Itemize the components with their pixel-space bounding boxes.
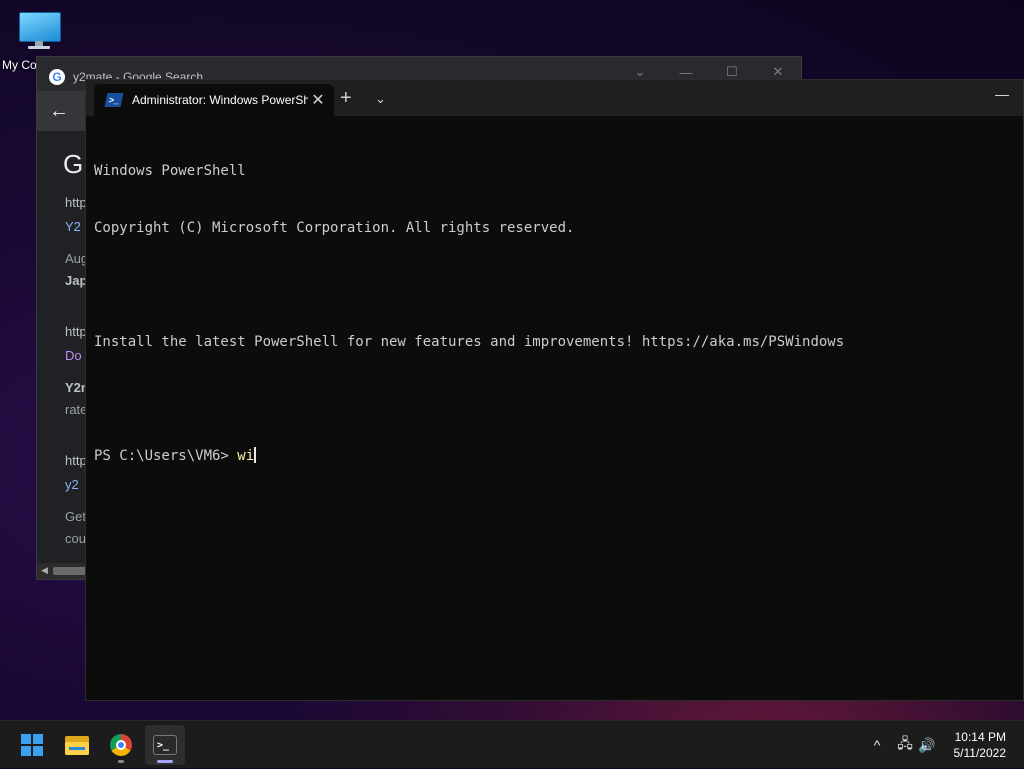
- chrome-icon: [110, 734, 132, 756]
- terminal-window[interactable]: >_ Administrator: Windows PowerShell ✕ +…: [85, 79, 1024, 701]
- chrome-taskbar-button[interactable]: [101, 725, 141, 765]
- result-title[interactable]: Y2: [65, 219, 81, 234]
- text-cursor: [254, 447, 257, 463]
- terminal-console[interactable]: Windows PowerShell Copyright (C) Microso…: [94, 124, 1015, 692]
- new-tab-button[interactable]: +: [340, 87, 352, 110]
- windows-start-icon: [21, 734, 43, 756]
- monitor-icon: [17, 8, 61, 50]
- taskbar: >_ ^ 🖧 🔊 10:14 PM 5/11/2022: [0, 720, 1024, 768]
- result-title[interactable]: Do: [65, 348, 82, 363]
- result-url[interactable]: http: [65, 195, 87, 210]
- typed-command: wi: [237, 448, 255, 464]
- result-title[interactable]: y2: [65, 477, 79, 492]
- scroll-thumb[interactable]: [53, 567, 87, 575]
- start-button[interactable]: [12, 725, 52, 765]
- result-url[interactable]: http: [65, 324, 87, 339]
- prompt-line[interactable]: PS C:\Users\VM6> wi: [94, 447, 1015, 466]
- result-snippet: cou: [65, 531, 86, 546]
- terminal-tab[interactable]: >_ Administrator: Windows PowerShell ✕: [94, 84, 334, 116]
- clock-time: 10:14 PM: [954, 730, 1006, 744]
- console-line: Copyright (C) Microsoft Corporation. All…: [94, 220, 575, 236]
- file-explorer-button[interactable]: [57, 725, 97, 765]
- console-line: Install the latest PowerShell for new fe…: [94, 334, 845, 350]
- tab-close-icon[interactable]: ✕: [308, 90, 328, 110]
- active-indicator: [157, 760, 173, 763]
- running-indicator: [118, 760, 124, 763]
- chevron-down-icon[interactable]: ⌄: [375, 91, 386, 107]
- prompt-text: PS C:\Users\VM6>: [94, 448, 238, 464]
- terminal-minimize-button[interactable]: —: [995, 86, 1009, 102]
- console-line: Windows PowerShell: [94, 163, 246, 179]
- system-tray: ^ 🖧 🔊: [866, 721, 938, 769]
- terminal-taskbar-button[interactable]: >_: [145, 725, 185, 765]
- volume-icon[interactable]: 🔊: [916, 737, 938, 754]
- result-url[interactable]: http: [65, 453, 87, 468]
- powershell-icon: >_: [104, 93, 124, 107]
- google-logo[interactable]: G: [63, 149, 83, 180]
- terminal-titlebar: >_ Administrator: Windows PowerShell ✕ +…: [86, 80, 1023, 116]
- google-favicon-icon: G: [49, 69, 65, 85]
- network-icon[interactable]: 🖧: [894, 733, 916, 757]
- chevron-up-icon[interactable]: ^: [866, 737, 888, 753]
- file-explorer-icon: [65, 735, 89, 755]
- terminal-tab-title: Administrator: Windows PowerShell: [132, 93, 308, 107]
- scroll-left-icon[interactable]: ◀: [41, 565, 48, 576]
- terminal-icon: >_: [153, 735, 177, 755]
- clock-date: 5/11/2022: [953, 746, 1007, 760]
- back-arrow-icon[interactable]: ←: [49, 100, 69, 123]
- taskbar-clock[interactable]: 10:14 PM 5/11/2022: [954, 729, 1007, 761]
- result-meta: Get: [65, 509, 86, 524]
